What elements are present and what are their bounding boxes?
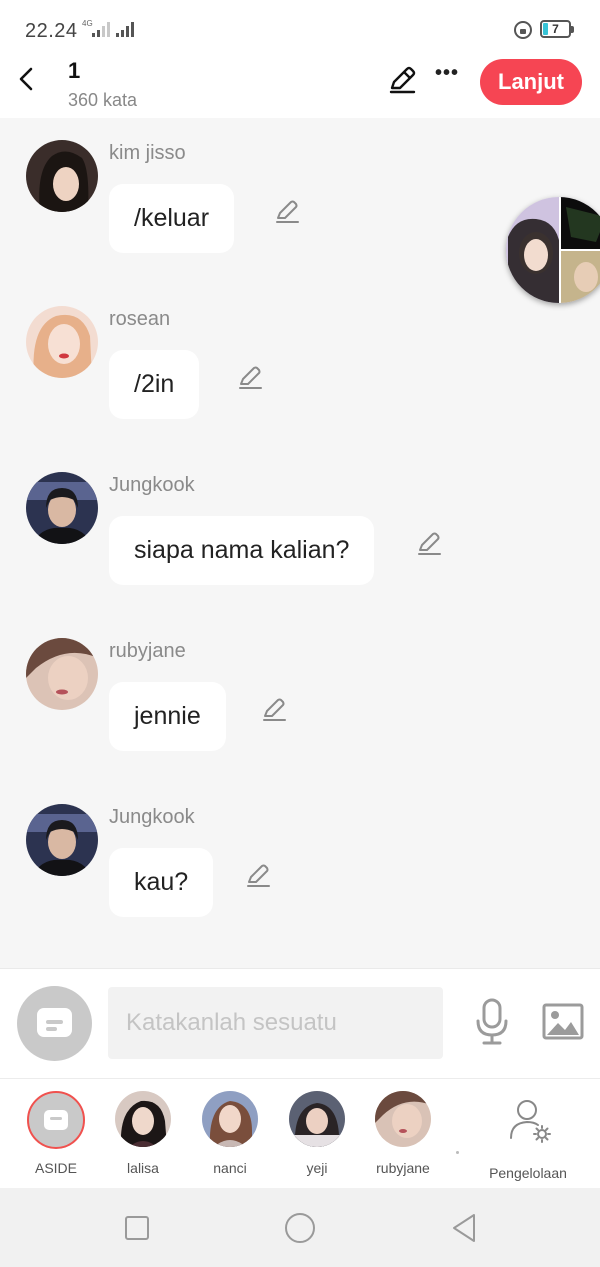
aside-icon-line <box>46 1020 63 1024</box>
battery-level: 7 <box>552 22 559 36</box>
back-triangle-icon[interactable] <box>450 1212 478 1244</box>
message-bubble[interactable]: jennie <box>109 682 226 751</box>
pencil-icon[interactable] <box>244 862 272 890</box>
sender-name: rosean <box>109 308 171 330</box>
chat-message: Jungkook siapa nama kalian? <box>0 450 600 590</box>
more-icon[interactable]: ••• <box>433 63 461 92</box>
sender-name: Jungkook <box>109 806 195 828</box>
avatar[interactable] <box>26 804 98 876</box>
character-name: Pengelolaan <box>489 1165 567 1181</box>
message-composer <box>0 968 600 1078</box>
character-nanci[interactable]: nanci <box>185 1091 275 1176</box>
avatar[interactable] <box>26 306 98 378</box>
character-name: lalisa <box>127 1160 159 1176</box>
rotation-lock-icon <box>514 21 532 39</box>
separator-dot <box>456 1151 459 1154</box>
avatar <box>115 1091 171 1147</box>
signal-icon-2 <box>116 21 134 37</box>
home-icon[interactable] <box>285 1213 315 1243</box>
pencil-icon[interactable] <box>260 696 288 724</box>
next-button[interactable]: Lanjut <box>480 59 582 105</box>
avatar[interactable] <box>26 638 98 710</box>
pencil-icon[interactable] <box>273 198 301 226</box>
chat-message: rosean /2in <box>0 284 600 424</box>
message-bubble[interactable]: /2in <box>109 350 200 419</box>
character-aside[interactable]: ASIDE <box>11 1091 101 1176</box>
character-management[interactable]: Pengelolaan <box>472 1091 584 1181</box>
message-bubble[interactable]: siapa nama kalian? <box>109 516 375 585</box>
character-name: yeji <box>306 1160 328 1176</box>
message-bubble[interactable]: kau? <box>109 848 214 917</box>
message-input[interactable] <box>108 987 443 1059</box>
sender-name: kim jisso <box>109 142 186 164</box>
sender-name: rubyjane <box>109 640 186 662</box>
avatar <box>202 1091 258 1147</box>
avatar[interactable] <box>26 140 98 212</box>
status-bar: 22.24 4G 7 <box>0 0 600 56</box>
avatar <box>375 1091 431 1147</box>
chat-message: Jungkook kau? <box>0 782 600 922</box>
character-name: ASIDE <box>34 1160 77 1176</box>
avatar[interactable] <box>26 472 98 544</box>
character-name: rubyjane <box>376 1160 430 1176</box>
battery-icon: 7 <box>540 20 574 38</box>
message-bubble[interactable]: /keluar <box>109 184 235 253</box>
aside-icon <box>27 1091 85 1149</box>
status-time: 22.24 <box>25 20 78 42</box>
story-header: 1 360 kata ••• Lanjut <box>0 56 600 118</box>
character-yeji[interactable]: yeji <box>272 1091 362 1176</box>
pencil-icon[interactable] <box>415 530 443 558</box>
character-bar: ASIDE lalisa nanci yeji rubyjane Pengelo… <box>0 1078 600 1188</box>
character-name: nanci <box>213 1160 247 1176</box>
user-settings-icon <box>510 1100 551 1143</box>
character-lalisa[interactable]: lalisa <box>98 1091 188 1176</box>
chat-message: rubyjane jennie <box>0 616 600 756</box>
system-navigation-bar <box>0 1188 600 1267</box>
image-icon[interactable] <box>542 1002 584 1042</box>
pencil-icon[interactable] <box>236 364 264 392</box>
avatar <box>289 1091 345 1147</box>
microphone-icon[interactable] <box>474 997 510 1047</box>
signal-icon <box>92 21 110 37</box>
sender-name: Jungkook <box>109 474 195 496</box>
recent-apps-icon[interactable] <box>125 1216 149 1240</box>
story-title: 1 <box>68 58 81 83</box>
edit-pencil-icon[interactable] <box>386 64 418 96</box>
word-count: 360 kata <box>68 90 138 110</box>
aside-icon-line <box>46 1027 57 1031</box>
back-arrow-icon[interactable] <box>12 64 42 94</box>
character-rubyjane[interactable]: rubyjane <box>358 1091 448 1176</box>
